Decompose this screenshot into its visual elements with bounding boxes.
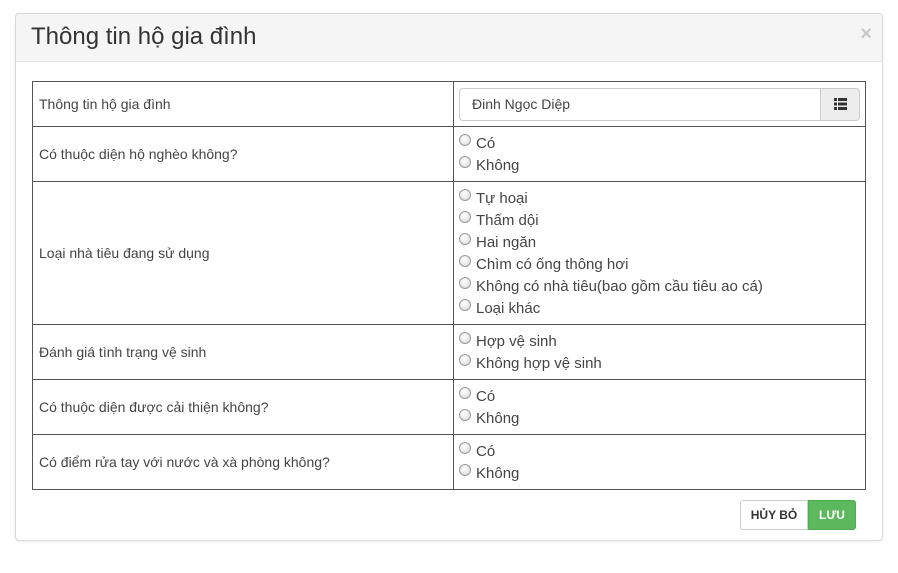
radio-button[interactable]: [459, 156, 471, 168]
modal-title: Thông tin hộ gia đình: [31, 23, 257, 50]
row-label: Có thuộc diện được cải thiện không?: [32, 379, 454, 435]
radio-button[interactable]: [459, 464, 471, 476]
row-label: Đánh giá tình trạng vệ sinh: [32, 324, 454, 380]
table-row: Đánh giá tình trạng vệ sinh Hợp vệ sinh …: [32, 324, 866, 380]
radio-label: Chìm có ống thông hơi: [476, 255, 629, 273]
radio-option[interactable]: Có: [459, 385, 865, 407]
radio-button[interactable]: [459, 299, 471, 311]
radio-label: Loại khác: [476, 299, 541, 317]
radio-option[interactable]: Có: [459, 132, 865, 154]
radio-label: Có: [476, 134, 496, 152]
radio-label: Có: [476, 387, 496, 405]
radio-label: Không: [476, 156, 520, 174]
radio-option[interactable]: Thấm dội: [459, 209, 865, 231]
row-label: Loại nhà tiêu đang sử dụng: [32, 181, 454, 325]
radio-option[interactable]: Có: [459, 440, 865, 462]
row-label: Thông tin hộ gia đình: [32, 81, 454, 127]
radio-button[interactable]: [459, 409, 471, 421]
table-row: Loại nhà tiêu đang sử dụng Tự hoại Thấm …: [32, 181, 866, 325]
table-row: Thông tin hộ gia đình Đinh Ngọc Diệp: [32, 81, 866, 127]
list-icon: [833, 98, 847, 110]
radio-option[interactable]: Hai ngăn: [459, 231, 865, 253]
radio-option[interactable]: Hợp vệ sinh: [459, 330, 865, 352]
radio-option[interactable]: Không: [459, 154, 865, 176]
radio-option[interactable]: Không hợp vệ sinh: [459, 352, 865, 374]
save-button[interactable]: LƯU: [808, 500, 856, 530]
row-label: Có điểm rửa tay với nước và xà phòng khô…: [32, 434, 454, 490]
table-row: Có thuộc diện hộ nghèo không? Có Không: [32, 126, 866, 182]
radio-button[interactable]: [459, 134, 471, 146]
radio-label: Không hợp vệ sinh: [476, 354, 602, 372]
radio-label: Không có nhà tiêu(bao gồm cầu tiêu ao cá…: [476, 277, 763, 295]
household-info-modal: Thông tin hộ gia đình × Thông tin hộ gia…: [15, 13, 883, 541]
household-name-field[interactable]: Đinh Ngọc Diệp: [459, 87, 820, 121]
radio-label: Có: [476, 442, 496, 460]
row-label: Có thuộc diện hộ nghèo không?: [32, 126, 454, 182]
radio-option[interactable]: Không: [459, 407, 865, 429]
modal-footer-buttons: HỦY BỎ LƯU: [740, 500, 856, 530]
household-picker-button[interactable]: [820, 87, 860, 121]
radio-button[interactable]: [459, 277, 471, 289]
household-form-table: Thông tin hộ gia đình Đinh Ngọc Diệp Có …: [32, 81, 866, 490]
radio-button[interactable]: [459, 189, 471, 201]
radio-label: Tự hoại: [476, 189, 528, 207]
radio-label: Không: [476, 409, 520, 427]
radio-button[interactable]: [459, 442, 471, 454]
radio-label: Hai ngăn: [476, 233, 537, 251]
radio-label: Hợp vệ sinh: [476, 332, 557, 350]
radio-button[interactable]: [459, 332, 471, 344]
radio-option[interactable]: Chìm có ống thông hơi: [459, 253, 865, 275]
radio-option[interactable]: Loại khác: [459, 297, 865, 319]
radio-button[interactable]: [459, 233, 471, 245]
radio-button[interactable]: [459, 387, 471, 399]
radio-option[interactable]: Không có nhà tiêu(bao gồm cầu tiêu ao cá…: [459, 275, 865, 297]
radio-button[interactable]: [459, 255, 471, 267]
close-icon[interactable]: ×: [860, 22, 872, 46]
radio-label: Thấm dội: [476, 211, 539, 229]
radio-label: Không: [476, 464, 520, 482]
cancel-button[interactable]: HỦY BỎ: [740, 500, 808, 530]
modal-header: Thông tin hộ gia đình ×: [16, 14, 882, 62]
radio-option[interactable]: Không: [459, 462, 865, 484]
household-picker: Đinh Ngọc Diệp: [459, 87, 860, 121]
radio-button[interactable]: [459, 354, 471, 366]
radio-option[interactable]: Tự hoại: [459, 187, 865, 209]
table-row: Có thuộc diện được cải thiện không? Có K…: [32, 379, 866, 435]
radio-button[interactable]: [459, 211, 471, 223]
table-row: Có điểm rửa tay với nước và xà phòng khô…: [32, 434, 866, 490]
